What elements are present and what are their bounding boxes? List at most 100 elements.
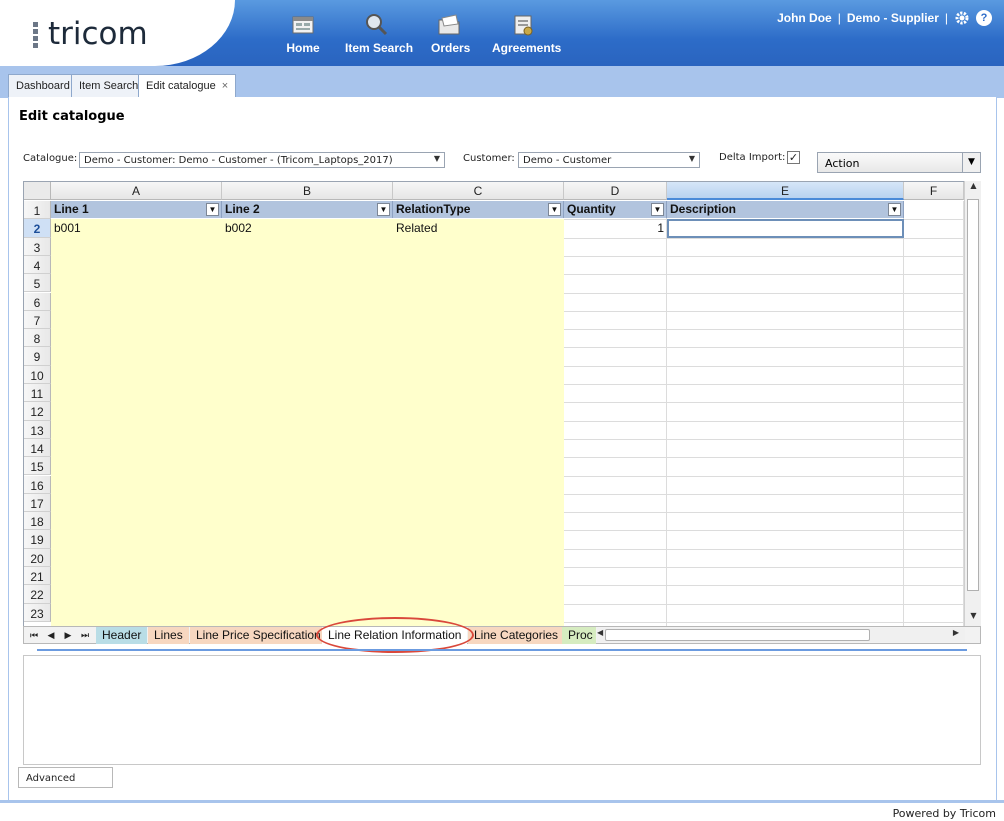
grid-line xyxy=(564,310,964,312)
sheet-tab-line-categories[interactable]: Line Categories xyxy=(468,627,565,644)
delta-import-checkbox[interactable]: ✓ xyxy=(787,151,800,164)
nav-orders[interactable]: Orders xyxy=(431,12,471,58)
cell-line2[interactable]: b002 xyxy=(222,219,393,237)
row-header[interactable]: 13 xyxy=(24,420,51,439)
cell-quantity[interactable]: 1 xyxy=(564,219,667,237)
row-header[interactable]: 22 xyxy=(24,585,51,604)
first-sheet-icon[interactable]: ⏮ xyxy=(27,628,41,643)
column-header-f[interactable]: F xyxy=(904,182,964,200)
help-icon[interactable]: ? xyxy=(976,10,992,26)
row-header[interactable]: 18 xyxy=(24,512,51,531)
row-header[interactable]: 6 xyxy=(24,292,51,311)
sheet-tab-proc[interactable]: Proc xyxy=(562,627,596,644)
column-header-c[interactable]: C xyxy=(393,182,564,200)
column-title-cell[interactable]: Description ▼ xyxy=(667,201,904,218)
tab-edit-catalogue[interactable]: Edit catalogue × xyxy=(138,74,237,99)
close-tab-icon[interactable]: × xyxy=(222,80,228,92)
column-title-cell[interactable]: RelationType ▼ xyxy=(393,201,564,218)
cell-relation-type[interactable]: Related xyxy=(393,219,564,237)
row-header[interactable]: 10 xyxy=(24,365,51,384)
catalogue-select[interactable]: Demo - Customer: Demo - Customer - (Tric… xyxy=(79,152,445,168)
details-panel xyxy=(23,655,981,765)
row-header[interactable]: 17 xyxy=(24,493,51,513)
tab-item-search[interactable]: Item Search xyxy=(71,74,147,98)
chevron-down-icon[interactable]: ▼ xyxy=(962,153,980,172)
column-header-d[interactable]: D xyxy=(564,182,667,200)
filter-dropdown-icon[interactable]: ▼ xyxy=(548,203,561,216)
row-header[interactable]: 21 xyxy=(24,567,51,586)
grid-line xyxy=(564,475,964,477)
action-select[interactable]: Action ▼ xyxy=(817,152,981,173)
horizontal-scroll-thumb[interactable] xyxy=(605,629,870,641)
nav-orders-label: Orders xyxy=(431,41,471,55)
catalogue-label: Catalogue: xyxy=(23,153,78,164)
column-title-cell[interactable]: Line 2 ▼ xyxy=(222,201,393,218)
row-header[interactable]: 12 xyxy=(24,402,51,421)
column-title-text: RelationType xyxy=(396,202,471,216)
last-sheet-icon[interactable]: ⏭ xyxy=(78,628,92,643)
row-header[interactable]: 23 xyxy=(24,603,51,622)
row-header[interactable]: 9 xyxy=(24,347,51,366)
nav-home[interactable]: Home xyxy=(286,12,320,58)
scroll-down-icon[interactable]: ▼ xyxy=(965,611,982,627)
column-header-a[interactable]: A xyxy=(51,182,222,200)
row-header[interactable]: 19 xyxy=(24,530,51,549)
company-link[interactable]: Demo - Supplier xyxy=(847,11,939,25)
grid-line xyxy=(564,530,964,532)
row-header[interactable]: 20 xyxy=(24,548,51,567)
grid-line xyxy=(564,292,964,294)
user-bar: John Doe | Demo - Supplier | ? xyxy=(777,10,992,26)
column-title-cell[interactable]: Quantity ▼ xyxy=(564,201,667,218)
filter-dropdown-icon[interactable]: ▼ xyxy=(206,203,219,216)
gear-icon[interactable] xyxy=(954,10,970,26)
row-header[interactable]: 16 xyxy=(24,475,51,494)
scroll-left-icon[interactable]: ◀ xyxy=(597,628,603,637)
row-header[interactable]: 2 xyxy=(24,219,51,238)
active-cell[interactable] xyxy=(667,219,904,238)
cell-line1[interactable]: b001 xyxy=(51,219,222,237)
filter-dropdown-icon[interactable]: ▼ xyxy=(651,203,664,216)
scroll-right-icon[interactable]: ▶ xyxy=(953,628,959,637)
row-header[interactable]: 8 xyxy=(24,329,51,348)
sheet-tab-line-price-specification[interactable]: Line Price Specification xyxy=(190,627,327,644)
page-title: Edit catalogue xyxy=(19,109,125,124)
column-header-b[interactable]: B xyxy=(222,182,393,200)
spreadsheet-grid[interactable]: A B C D E F 1 2 3 4 5 6 7 8 9 10 11 12 13 14 15 16 17 18 19 20 21 2… xyxy=(23,181,981,627)
nav-item-search[interactable]: Item Search xyxy=(345,12,413,58)
grid-line xyxy=(564,274,964,276)
customer-select[interactable]: Demo - Customer ▼ xyxy=(518,152,700,168)
prev-sheet-icon[interactable]: ◀ xyxy=(44,628,58,643)
advanced-button[interactable]: Advanced xyxy=(18,767,113,788)
grid-line xyxy=(564,603,964,605)
vertical-scrollbar[interactable]: ▲ ▼ xyxy=(964,181,981,627)
column-header-e[interactable]: E xyxy=(667,182,904,200)
column-title-text: Description xyxy=(670,202,737,216)
column-title-cell[interactable]: Line 1 ▼ xyxy=(51,201,222,218)
user-name-link[interactable]: John Doe xyxy=(777,11,832,25)
row-header[interactable]: 11 xyxy=(24,384,51,403)
row-header[interactable]: 4 xyxy=(24,255,51,275)
tab-dashboard[interactable]: Dashboard xyxy=(8,74,78,98)
vertical-scroll-thumb[interactable] xyxy=(967,199,979,591)
row-header[interactable]: 15 xyxy=(24,457,51,476)
row-header[interactable]: 3 xyxy=(24,237,51,256)
row-header[interactable]: 1 xyxy=(24,201,51,220)
row-header[interactable]: 7 xyxy=(24,310,51,330)
row-header[interactable]: 5 xyxy=(24,274,51,293)
sheet-tab-header[interactable]: Header xyxy=(96,627,148,644)
row-header[interactable]: 14 xyxy=(24,438,51,458)
scroll-up-icon[interactable]: ▲ xyxy=(965,181,982,197)
home-icon xyxy=(292,16,314,34)
yellow-fill-region xyxy=(51,219,564,626)
filter-dropdown-icon[interactable]: ▼ xyxy=(888,203,901,216)
horizontal-scrollbar[interactable]: ◀ ▶ xyxy=(597,628,965,642)
grid-line xyxy=(666,201,667,626)
select-all-corner[interactable] xyxy=(24,182,51,200)
grid-line xyxy=(564,402,964,404)
nav-agreements[interactable]: Agreements xyxy=(492,12,561,58)
filter-dropdown-icon[interactable]: ▼ xyxy=(377,203,390,216)
grid-line xyxy=(564,512,964,514)
next-sheet-icon[interactable]: ▶ xyxy=(61,628,75,643)
sheet-tab-lines[interactable]: Lines xyxy=(148,627,189,644)
grid-line xyxy=(564,329,964,331)
